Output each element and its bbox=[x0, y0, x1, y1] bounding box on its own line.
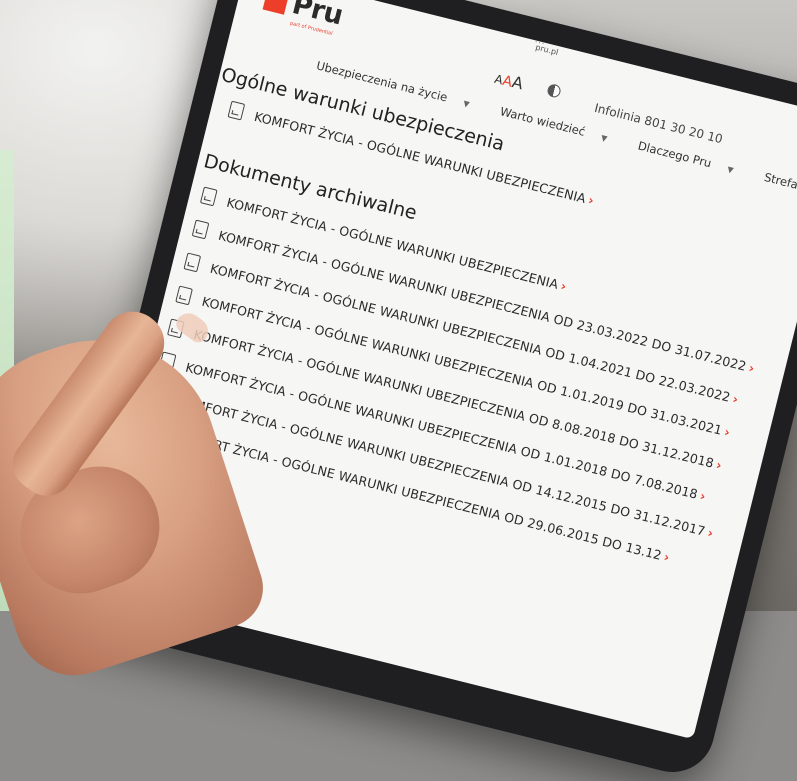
chevron-right-icon: › bbox=[722, 423, 732, 440]
chevron-right-icon: › bbox=[731, 390, 740, 407]
font-size-control[interactable]: AAA bbox=[493, 68, 525, 94]
pru-logo-icon[interactable] bbox=[262, 0, 290, 15]
chevron-right-icon: › bbox=[714, 456, 724, 473]
document-icon bbox=[227, 100, 246, 121]
url-label: pru.pl bbox=[534, 42, 560, 58]
chevron-right-icon: › bbox=[586, 192, 596, 208]
chevron-down-icon: ▼ bbox=[600, 133, 609, 144]
nav-label: Warto wiedzieć bbox=[498, 104, 587, 139]
document-icon bbox=[191, 219, 210, 240]
chevron-right-icon: › bbox=[747, 359, 756, 376]
chevron-right-icon: › bbox=[698, 487, 708, 504]
nav-label: Strefa Klienta bbox=[762, 169, 797, 202]
document-icon bbox=[199, 186, 218, 207]
chevron-right-icon: › bbox=[706, 524, 715, 541]
chevron-right-icon: › bbox=[559, 278, 568, 294]
chevron-down-icon: ▼ bbox=[726, 164, 735, 175]
document-icon bbox=[183, 252, 202, 273]
chevron-down-icon: ▼ bbox=[462, 98, 471, 110]
nav-item-strefa-klienta[interactable]: Strefa Klienta▼ bbox=[763, 170, 797, 211]
nav-item-dlaczego-pru[interactable]: Dlaczego Pru ▼ bbox=[636, 139, 748, 180]
nav-label: Dlaczego Pru bbox=[636, 138, 713, 171]
document-icon bbox=[175, 285, 193, 306]
chevron-right-icon: › bbox=[662, 549, 672, 565]
contrast-icon[interactable] bbox=[546, 82, 562, 99]
